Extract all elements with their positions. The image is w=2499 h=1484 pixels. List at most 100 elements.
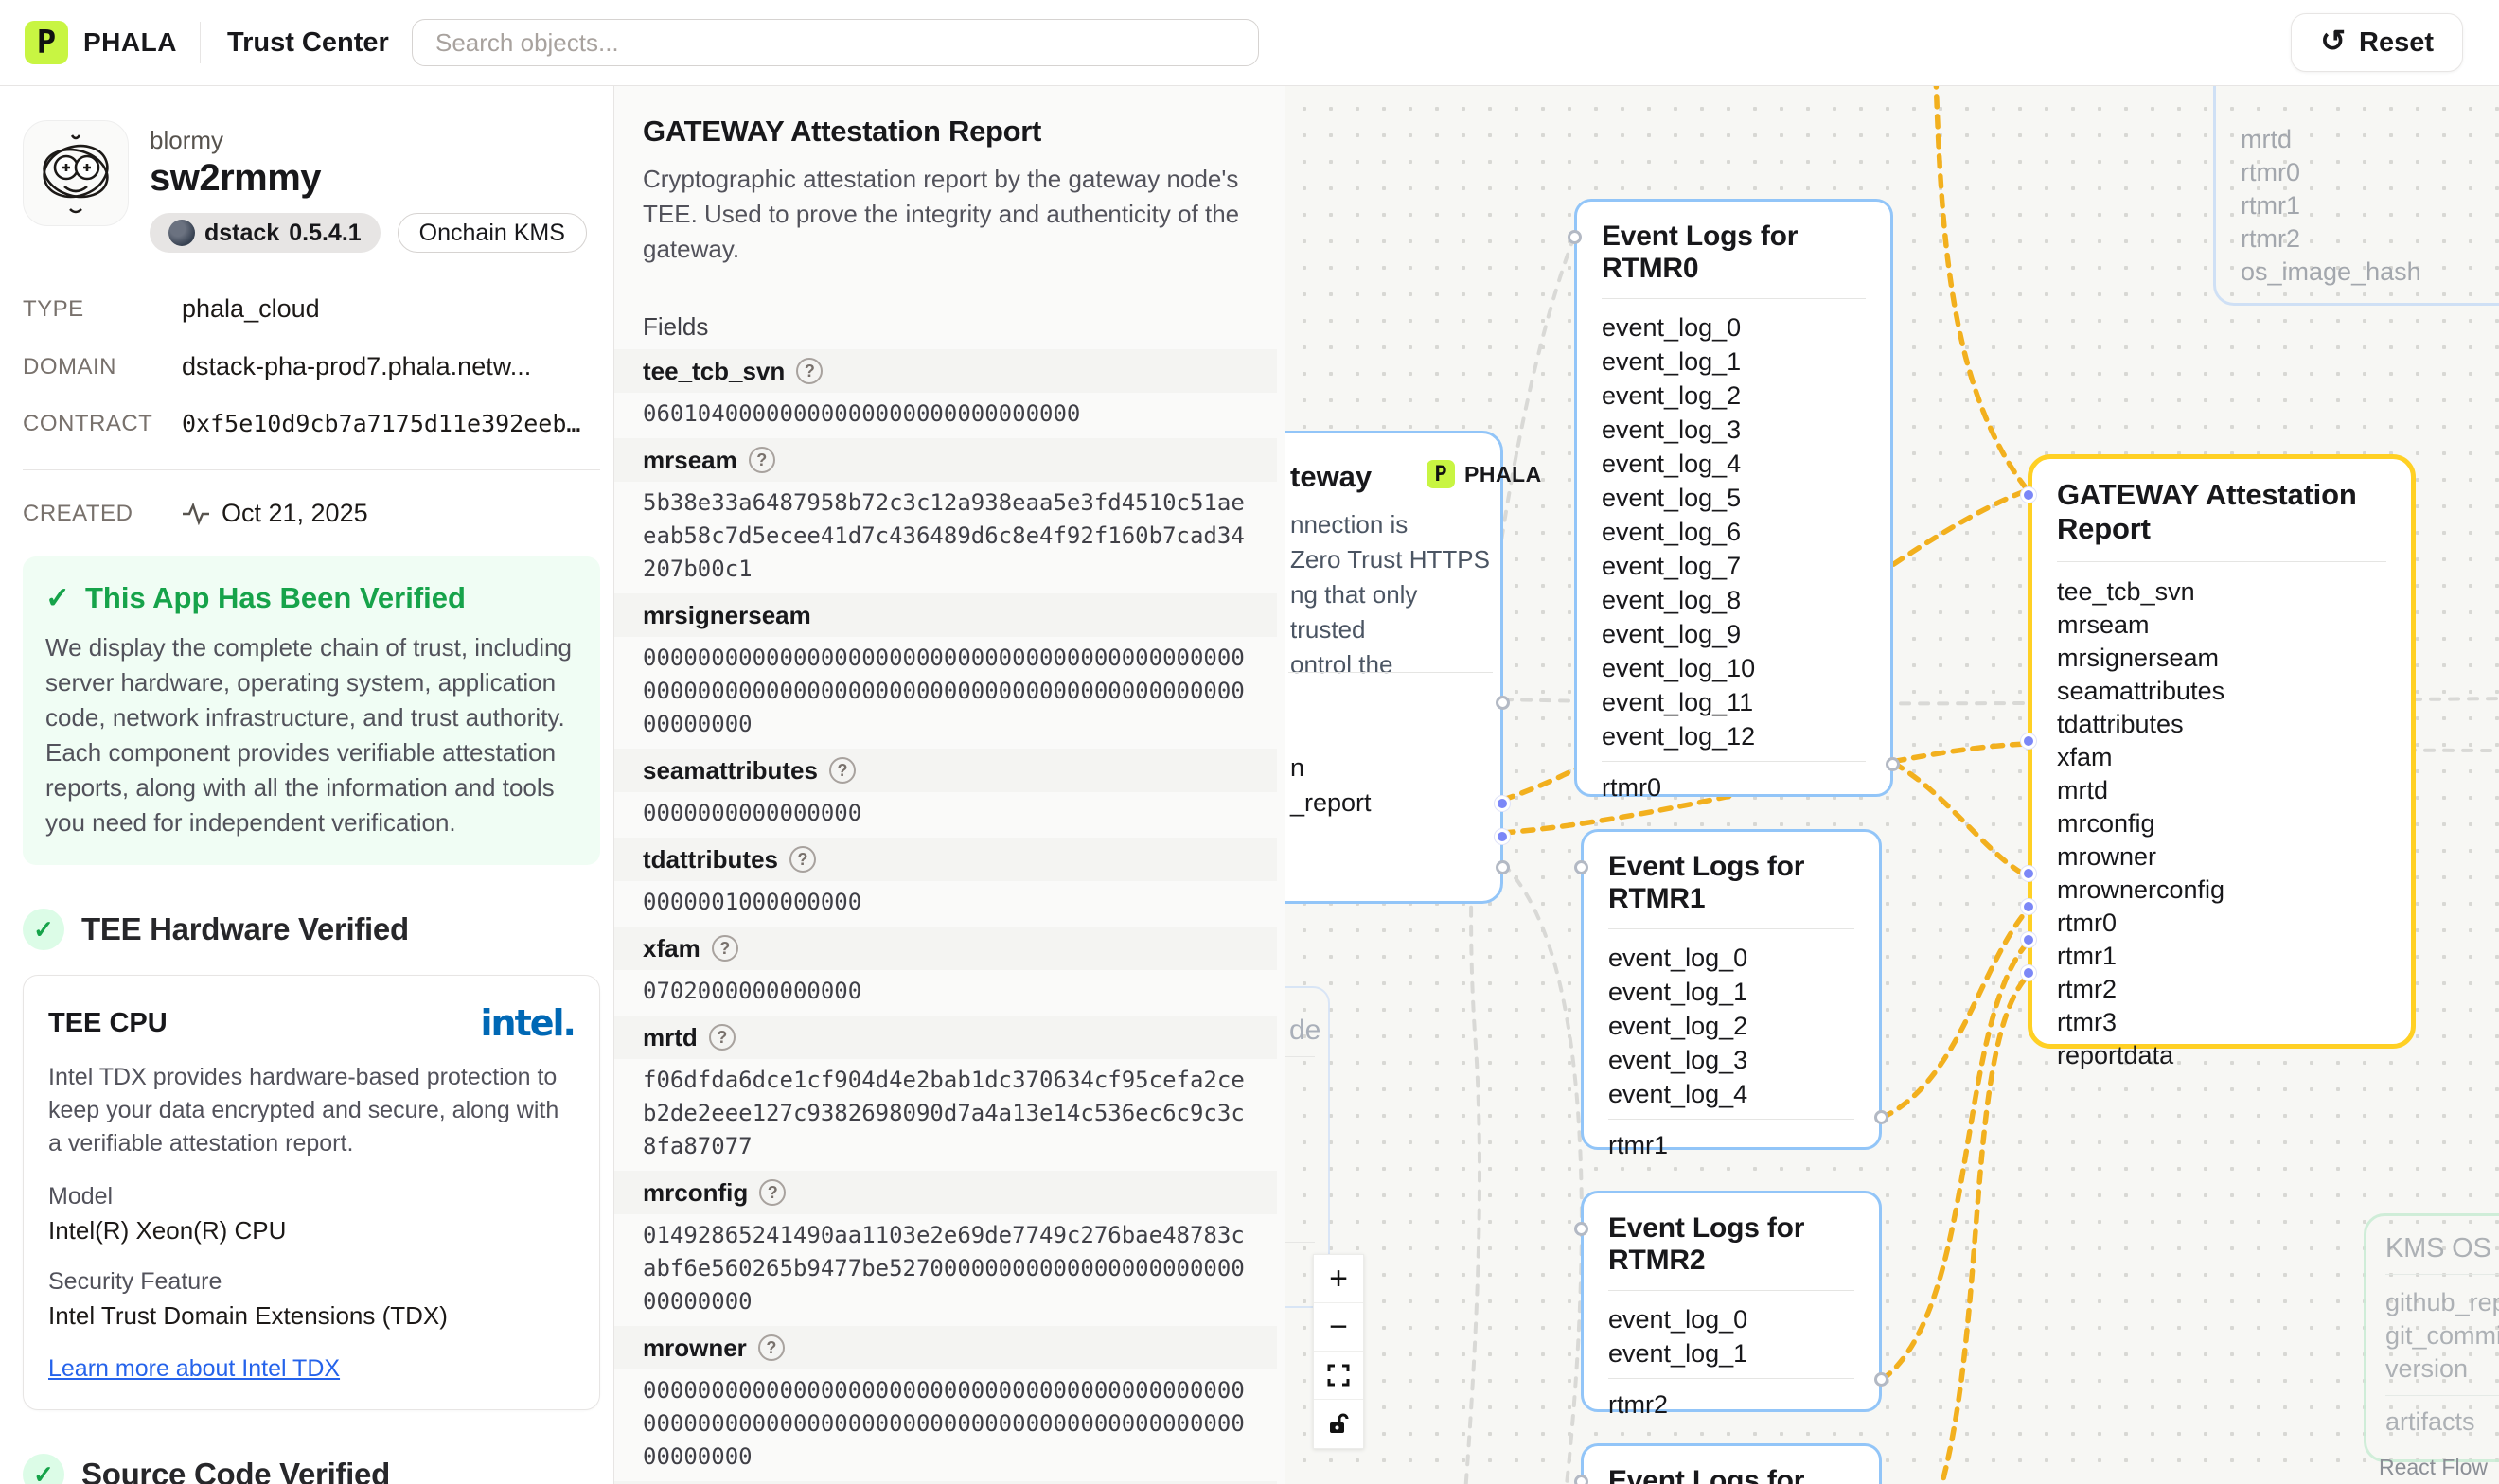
help-icon[interactable]: ? [759, 1179, 786, 1206]
attestation-field-row[interactable]: mrtd [2057, 774, 2386, 807]
ghost-node-top-right[interactable]: mrtdrtmr0rtmr1rtmr2os_image_hash [2213, 86, 2499, 306]
attestation-handle-rtmr3 [2021, 965, 2036, 980]
event-log-row[interactable]: event_log_8 [1602, 583, 1866, 617]
event-log-row[interactable]: event_log_10 [1602, 651, 1866, 685]
kms-node-row: github_repo [2385, 1286, 2499, 1319]
reset-button[interactable]: ↺ Reset [2291, 13, 2463, 72]
kms-node-rows: github_repogit_commitversion [2366, 1275, 2499, 1391]
created-value: Oct 21, 2025 [222, 499, 368, 527]
top-bar: P PHALA Trust Center ↺ Reset [0, 0, 2499, 86]
kms-os-node[interactable]: KMS OS C github_repogit_commitversion ar… [2364, 1213, 2499, 1462]
dstack-label: dstack [204, 220, 279, 247]
edge-yellow-rtmr0 [1893, 763, 2028, 876]
event-logs-rtmr3-node[interactable]: Event Logs for RTMR3 [1581, 1443, 1882, 1484]
gateway-node-description-fragments: nnection is Zero Trust HTTPS ng that onl… [1290, 507, 1498, 682]
event-log-row[interactable]: event_log_0 [1608, 1302, 1854, 1336]
react-flow-canvas[interactable]: de teway P PHALA nnection is Zero Trust … [1285, 86, 2499, 1484]
field-value[interactable]: 0000000000000000000000000000000000000000… [614, 1369, 1250, 1481]
help-icon[interactable]: ? [758, 1334, 785, 1361]
contract-value[interactable]: 0xf5e10d9cb7a7175d11e392eeb… [182, 410, 580, 437]
event-log-row[interactable]: event_log_5 [1602, 481, 1866, 515]
event-log-row[interactable]: event_log_0 [1602, 310, 1866, 344]
attestation-field-row[interactable]: seamattributes [2057, 675, 2386, 708]
attestation-field-row[interactable]: reportdata [2057, 1039, 2386, 1072]
attestation-field-row[interactable]: mrseam [2057, 609, 2386, 642]
event-log-row[interactable]: event_log_7 [1602, 549, 1866, 583]
event-log-row[interactable]: event_log_3 [1602, 413, 1866, 447]
lock-button[interactable] [1314, 1400, 1363, 1448]
event-log-row[interactable]: event_log_2 [1602, 379, 1866, 413]
event-log-row[interactable]: event_log_4 [1608, 1077, 1854, 1111]
attestation-field-row[interactable]: mrconfig [2057, 807, 2386, 840]
event-log-row[interactable]: event_log_1 [1608, 1336, 1854, 1370]
attestation-field-row[interactable]: mrsignerseam [2057, 642, 2386, 675]
gateway-handle-report [1495, 796, 1510, 811]
zoom-out-button[interactable]: − [1314, 1303, 1363, 1352]
event-log-row[interactable]: event_log_2 [1608, 1009, 1854, 1043]
field-name: tee_tcb_svn [643, 357, 785, 386]
event-log-row[interactable]: event_log_6 [1602, 515, 1866, 549]
event-log-row[interactable]: event_log_1 [1608, 975, 1854, 1009]
event-log-row[interactable]: event_log_0 [1608, 941, 1854, 975]
rtmr1-output-row[interactable]: rtmr1 [1584, 1120, 1879, 1175]
attestation-field-row[interactable]: rtmr2 [2057, 973, 2386, 1006]
gateway-node[interactable]: teway P PHALA nnection is Zero Trust HTT… [1285, 431, 1503, 904]
rtmr1-target-handle [1574, 860, 1588, 874]
gateway-attestation-node[interactable]: GATEWAY Attestation Report tee_tcb_svnmr… [2028, 454, 2416, 1049]
field-value[interactable]: 0000000000000000000000000000000000000000… [614, 637, 1250, 749]
event-logs-rtmr1-node[interactable]: Event Logs for RTMR1 event_log_0event_lo… [1581, 829, 1882, 1150]
field-label-row: mrsignerseam [614, 593, 1277, 637]
field-value[interactable]: 5b38e33a6487958b72c3c12a938eaa5e3fd4510c… [614, 482, 1250, 593]
attestation-handle-rtmr2 [2021, 932, 2036, 947]
attestation-field-row[interactable]: mrowner [2057, 840, 2386, 874]
meta-row-type: TYPE phala_cloud [23, 294, 600, 324]
attestation-field-row[interactable]: tee_tcb_svn [2057, 575, 2386, 609]
help-icon[interactable]: ? [829, 757, 856, 784]
event-log-row[interactable]: event_log_3 [1608, 1043, 1854, 1077]
help-icon[interactable]: ? [749, 447, 775, 473]
rtmr2-source-handle [1874, 1372, 1888, 1387]
field-value[interactable]: 01492865241490aa1103e2e69de7749c276bae48… [614, 1214, 1250, 1326]
field-value[interactable]: f06dfda6dce1cf904d4e2bab1dc370634cf95cef… [614, 1059, 1250, 1171]
event-log-row[interactable]: event_log_9 [1602, 617, 1866, 651]
help-icon[interactable]: ? [796, 358, 823, 384]
phala-badge-icon: P [1427, 460, 1455, 488]
search-input[interactable] [412, 19, 1259, 66]
field-value[interactable]: 06010400000000000000000000000000 [614, 393, 1250, 438]
event-log-row[interactable]: event_log_12 [1602, 719, 1866, 753]
phala-brand[interactable]: P PHALA [25, 21, 177, 64]
zoom-in-button[interactable]: + [1314, 1255, 1363, 1303]
intel-tdx-link[interactable]: Learn more about Intel TDX [48, 1355, 340, 1383]
attestation-field-row[interactable]: rtmr0 [2057, 907, 2386, 940]
gateway-phala-badge: P PHALA [1427, 460, 1542, 488]
attestation-field-row[interactable]: xfam [2057, 741, 2386, 774]
rtmr2-output-row[interactable]: rtmr2 [1584, 1379, 1879, 1435]
panel-title: GATEWAY Attestation Report [614, 115, 1277, 149]
attestation-report-panel: GATEWAY Attestation Report Cryptographic… [614, 86, 1285, 1484]
field-name: mrseam [643, 446, 737, 475]
help-icon[interactable]: ? [712, 935, 738, 962]
gateway-node-divider [1288, 672, 1493, 673]
event-log-row[interactable]: event_log_1 [1602, 344, 1866, 379]
event-log-row[interactable]: event_log_4 [1602, 447, 1866, 481]
attestation-field-row[interactable]: rtmr3 [2057, 1006, 2386, 1039]
help-icon[interactable]: ? [789, 846, 816, 873]
domain-value[interactable]: dstack-pha-prod7.phala.netw... [182, 352, 531, 381]
field-value[interactable]: 0000001000000000 [614, 881, 1250, 927]
field-value[interactable]: 0702000000000000 [614, 970, 1250, 1016]
react-flow-attribution[interactable]: React Flow [2379, 1455, 2488, 1480]
fit-view-button[interactable] [1314, 1352, 1363, 1400]
attestation-field-row[interactable]: mrownerconfig [2057, 874, 2386, 907]
event-logs-rtmr0-node[interactable]: Event Logs for RTMR0 event_log_0event_lo… [1574, 199, 1893, 797]
ghost-node-rows: mrtdrtmr0rtmr1rtmr2os_image_hash [2216, 86, 2499, 296]
event-logs-rtmr2-node[interactable]: Event Logs for RTMR2 event_log_0event_lo… [1581, 1191, 1882, 1412]
help-icon[interactable]: ? [709, 1024, 736, 1051]
dstack-version: 0.5.4.1 [289, 220, 361, 247]
attestation-field-row[interactable]: rtmr1 [2057, 940, 2386, 973]
source-heading: Source Code Verified [81, 1457, 390, 1484]
field-value[interactable]: 0000000000000000 [614, 792, 1250, 838]
attestation-field-row[interactable]: tdattributes [2057, 708, 2386, 741]
rtmr0-output-row[interactable]: rtmr0 [1577, 762, 1890, 818]
field-name: tdattributes [643, 845, 778, 874]
event-log-row[interactable]: event_log_11 [1602, 685, 1866, 719]
